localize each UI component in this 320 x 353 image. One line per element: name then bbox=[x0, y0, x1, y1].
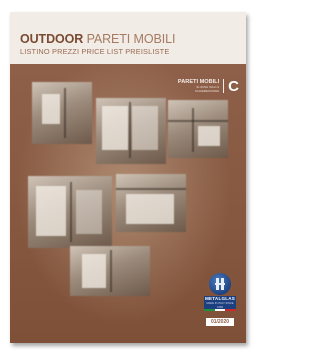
title-light: PARETI MOBILI bbox=[86, 32, 176, 46]
series-line-3: SCHIEBEWÄNDE bbox=[194, 88, 220, 93]
cover-subtitle: LISTINO PREZZI PRICE LIST PREISLISTE bbox=[20, 47, 170, 56]
photo-interior bbox=[70, 246, 150, 296]
photo-terrace bbox=[32, 82, 92, 144]
italian-flag-icon bbox=[204, 309, 237, 312]
series-letter: C bbox=[228, 78, 239, 95]
logo-tagline: MADE IN ITALY SINCE 1969 bbox=[204, 302, 236, 310]
metalglas-logo-icon bbox=[209, 273, 231, 295]
photo-pergola bbox=[168, 100, 228, 158]
photo-glass-wall bbox=[28, 176, 112, 248]
edition-date: 01/2020 bbox=[206, 318, 234, 326]
title-strong: OUTDOOR bbox=[20, 32, 84, 46]
photo-sliding-doors bbox=[96, 98, 166, 164]
metalglas-logo: METALGLAS MADE IN ITALY SINCE 1969 bbox=[204, 273, 237, 312]
cover-title: OUTDOOR PARETI MOBILI bbox=[20, 33, 175, 46]
series-badge: PARETI MOBILI SLIDING WALLS SCHIEBEWÄNDE… bbox=[178, 79, 239, 97]
photo-veranda bbox=[116, 174, 186, 232]
